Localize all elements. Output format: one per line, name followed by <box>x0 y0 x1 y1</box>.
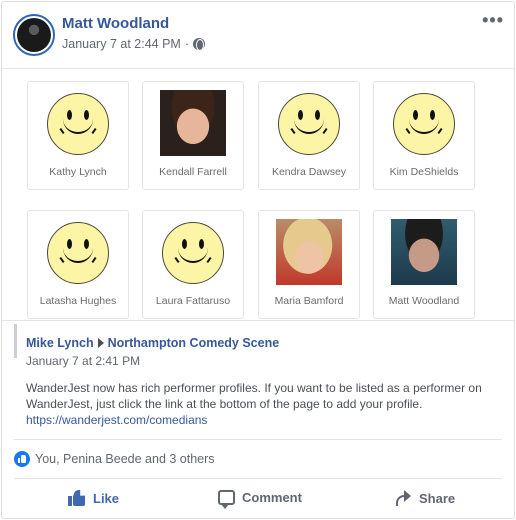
smiley-avatar-icon <box>47 222 109 284</box>
smiley-avatar-icon <box>278 93 340 155</box>
gallery-divider <box>2 320 514 321</box>
performer-name: Kendall Farrell <box>159 166 227 178</box>
post-timestamp[interactable]: January 7 at 2:44 PM <box>62 37 181 51</box>
comment-button[interactable]: Comment <box>218 490 302 509</box>
performer-tile[interactable]: Laura Fattaruso <box>142 210 244 319</box>
author-avatar[interactable] <box>13 14 55 56</box>
comment-label: Comment <box>242 490 302 505</box>
share-icon <box>394 490 412 506</box>
shared-post-timestamp[interactable]: January 7 at 2:41 PM <box>26 354 140 368</box>
performer-photo <box>391 219 457 285</box>
body-line: WanderJest, just click the link at the b… <box>26 397 423 411</box>
quote-bar <box>14 324 17 358</box>
shared-url-link[interactable]: https://wanderjest.com/comedians <box>26 412 506 428</box>
body-line: WanderJest now has rich performer profil… <box>26 381 482 395</box>
performer-tile[interactable]: Latasha Hughes <box>27 210 129 319</box>
smiley-avatar-icon <box>47 93 109 155</box>
comment-icon <box>218 490 235 509</box>
performer-tile[interactable]: Kathy Lynch <box>27 81 129 190</box>
performer-tile[interactable]: Kendall Farrell <box>142 81 244 190</box>
performer-name: Matt Woodland <box>388 295 460 307</box>
performer-name: Kendra Dawsey <box>271 166 347 178</box>
reactions-summary[interactable]: You, Penina Beede and 3 others <box>35 452 215 466</box>
performer-name: Latasha Hughes <box>39 295 117 307</box>
reactions-bar[interactable]: You, Penina Beede and 3 others <box>14 451 215 467</box>
performer-photo <box>160 90 226 156</box>
caret-right-icon <box>97 338 104 348</box>
post-actions: Like Comment Share <box>2 480 514 518</box>
post-card: Matt Woodland January 7 at 2:44 PM · •••… <box>1 1 515 519</box>
performer-name: Maria Bamford <box>274 295 344 307</box>
globe-icon[interactable] <box>193 38 205 51</box>
avatar-image <box>17 18 51 52</box>
performer-name: Kim DeShields <box>389 166 459 178</box>
performer-tile[interactable]: Matt Woodland <box>373 210 475 319</box>
shared-group-link[interactable]: Northampton Comedy Scene <box>108 336 280 350</box>
performer-tile[interactable]: Maria Bamford <box>258 210 360 319</box>
header-divider <box>2 68 514 69</box>
author-name[interactable]: Matt Woodland <box>62 15 169 32</box>
smiley-avatar-icon <box>393 93 455 155</box>
actions-divider <box>14 478 502 479</box>
performer-photo <box>276 219 342 285</box>
meta-separator: · <box>184 37 189 51</box>
shared-post-header: Mike Lynch Northampton Comedy Scene <box>26 336 279 350</box>
shared-author-link[interactable]: Mike Lynch <box>26 336 94 350</box>
performer-tile[interactable]: Kim DeShields <box>373 81 475 190</box>
post-meta: January 7 at 2:44 PM · <box>62 37 205 51</box>
share-label: Share <box>419 490 456 506</box>
share-button[interactable]: Share <box>394 490 455 506</box>
like-reaction-icon <box>14 451 30 467</box>
smiley-avatar-icon <box>162 222 224 284</box>
performer-name: Laura Fattaruso <box>155 295 231 307</box>
more-options-icon[interactable]: ••• <box>482 10 504 31</box>
performer-tile[interactable]: Kendra Dawsey <box>258 81 360 190</box>
post-header: Matt Woodland January 7 at 2:44 PM · ••• <box>2 2 514 68</box>
performer-name: Kathy Lynch <box>49 166 107 178</box>
reactions-divider <box>14 439 502 440</box>
like-button[interactable]: Like <box>68 490 119 506</box>
like-label: Like <box>93 490 120 506</box>
thumbs-up-icon <box>68 490 86 506</box>
shared-post-body: WanderJest now has rich performer profil… <box>26 380 506 428</box>
